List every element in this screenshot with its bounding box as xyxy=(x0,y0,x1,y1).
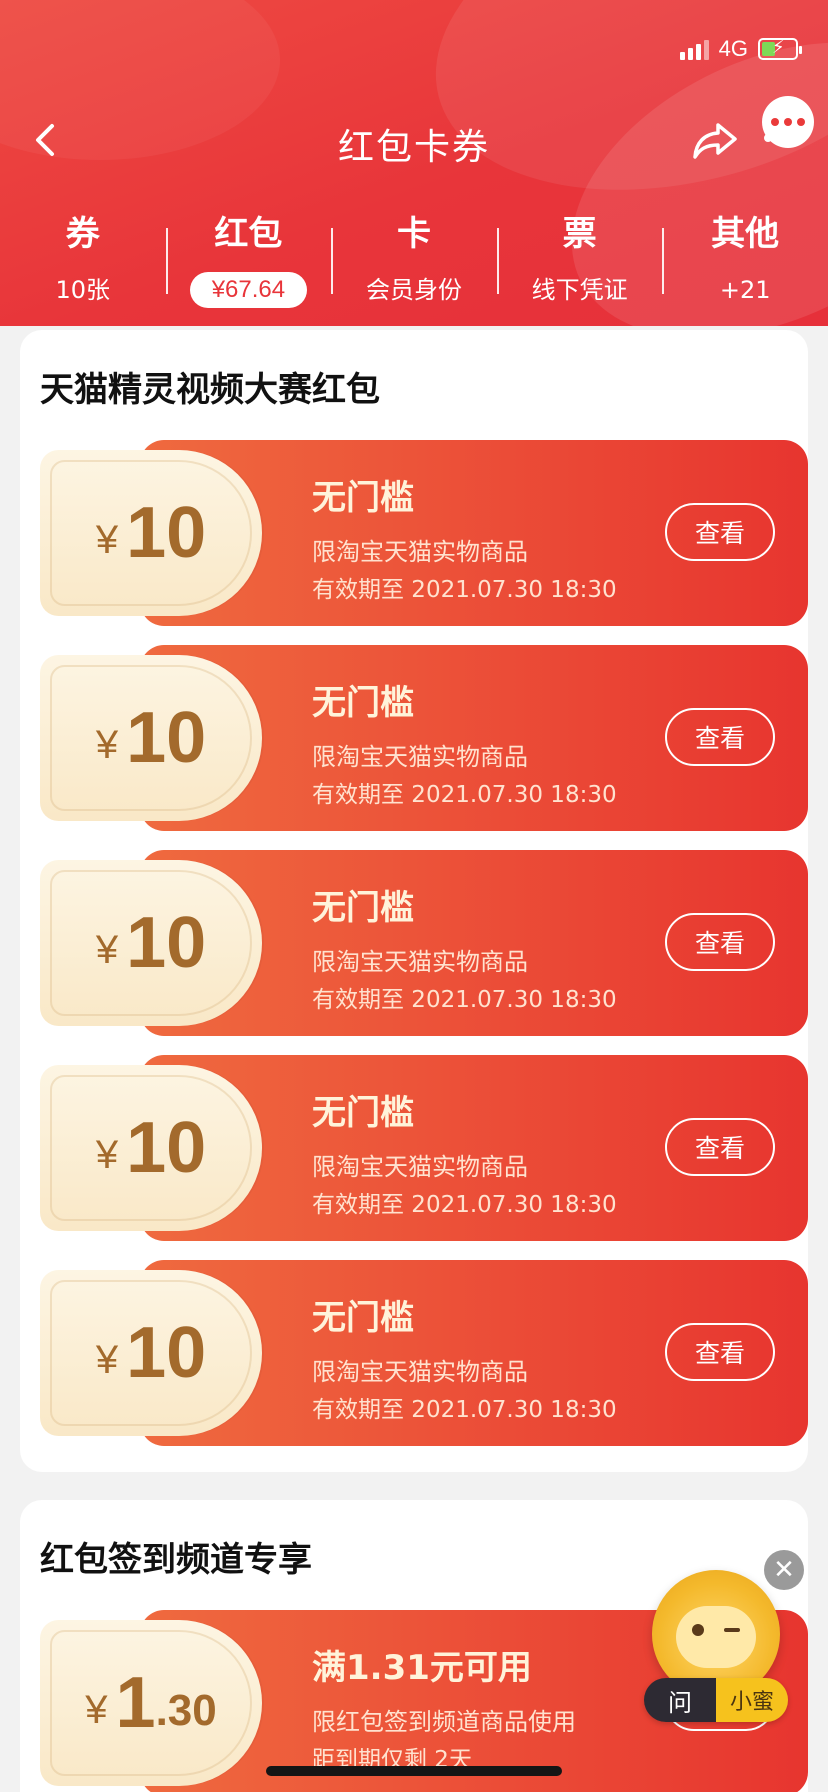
coupon-amount: ¥1.30 xyxy=(85,1663,217,1743)
section-title: 天猫精灵视频大赛红包 xyxy=(40,370,380,410)
tab-subtitle: 会员身份 xyxy=(365,276,462,304)
share-button[interactable] xyxy=(690,116,740,166)
coupon-card: ¥10 无门槛 限淘宝天猫实物商品 有效期至 2021.07.30 18:30 … xyxy=(40,1260,808,1446)
status-bar: 4G ⚡ xyxy=(679,34,802,64)
battery-charging-icon: ⚡ xyxy=(758,37,802,60)
share-icon xyxy=(693,123,737,159)
coupon-stub: ¥10 xyxy=(40,450,262,616)
tab-subtitle: 线下凭证 xyxy=(531,276,628,304)
coupon-stub: ¥10 xyxy=(40,860,262,1026)
coupon-card: ¥10 无门槛 限淘宝天猫实物商品 有效期至 2021.07.30 18:30 … xyxy=(40,850,808,1036)
tab-others[interactable]: 其他 +21 xyxy=(662,206,828,316)
coupon-stub: ¥10 xyxy=(40,655,262,821)
tab-label: 票 xyxy=(562,214,597,254)
coupon-card: ¥10 无门槛 限淘宝天猫实物商品 有效期至 2021.07.30 18:30 … xyxy=(40,645,808,831)
coupon-scope: 限淘宝天猫实物商品 xyxy=(312,1153,528,1181)
coupon-stub: ¥1.30 xyxy=(40,1620,262,1786)
coupon-name: 无门槛 xyxy=(312,1298,414,1338)
section-title: 红包签到频道专享 xyxy=(40,1540,312,1580)
coupon-amount: ¥10 xyxy=(95,1313,207,1393)
coupon-name: 无门槛 xyxy=(312,1093,414,1133)
coupon-validity: 有效期至 2021.07.30 18:30 xyxy=(312,1192,617,1218)
tab-label: 券 xyxy=(65,214,100,254)
category-tabs: 券 10张 红包 ¥67.64 卡 会员身份 票 线下凭证 其他 +21 xyxy=(0,206,828,316)
assistant-name: 小蜜 xyxy=(716,1678,788,1722)
tab-label: 红包 xyxy=(214,214,283,254)
coupon-amount: ¥10 xyxy=(95,1108,207,1188)
view-button[interactable]: 查看 xyxy=(665,503,775,561)
coupon-scope: 限淘宝天猫实物商品 xyxy=(312,743,528,771)
coupon-scope: 限淘宝天猫实物商品 xyxy=(312,1358,528,1386)
tab-label: 卡 xyxy=(396,214,431,254)
coupon-scope: 限红包签到频道商品使用 xyxy=(312,1708,576,1736)
tab-amount-badge: ¥67.64 xyxy=(189,272,308,308)
header: 4G ⚡ 红包卡券 券 10张 红包 ¥67.64 卡 会员身份 票 线下凭证 … xyxy=(0,0,828,326)
coupon-validity: 有效期至 2021.07.30 18:30 xyxy=(312,577,617,603)
coupon-amount: ¥10 xyxy=(95,903,207,983)
home-indicator[interactable] xyxy=(266,1766,562,1776)
coupon-section: 天猫精灵视频大赛红包 ¥10 无门槛 限淘宝天猫实物商品 有效期至 2021.0… xyxy=(20,330,808,1472)
nav-bar: 红包卡券 xyxy=(0,100,828,180)
coupon-scope: 限淘宝天猫实物商品 xyxy=(312,538,528,566)
signal-icon xyxy=(679,38,709,60)
assistant-button[interactable]: 问 小蜜 xyxy=(644,1678,788,1722)
coupon-card: ¥10 无门槛 限淘宝天猫实物商品 有效期至 2021.07.30 18:30 … xyxy=(40,1055,808,1241)
tab-count: 10张 xyxy=(55,276,111,304)
coupon-name: 无门槛 xyxy=(312,478,414,518)
view-button[interactable]: 查看 xyxy=(665,1323,775,1381)
coupon-amount: ¥10 xyxy=(95,698,207,778)
coupon-stub: ¥10 xyxy=(40,1270,262,1436)
coupon-amount: ¥10 xyxy=(95,493,207,573)
coupon-validity: 有效期至 2021.07.30 18:30 xyxy=(312,782,617,808)
tab-red-packets[interactable]: 红包 ¥67.64 xyxy=(165,206,332,316)
coupon-name: 满1.31元可用 xyxy=(312,1648,532,1688)
coupon-validity: 有效期至 2021.07.30 18:30 xyxy=(312,1397,617,1423)
coupon-stub: ¥10 xyxy=(40,1065,262,1231)
coupon-scope: 限淘宝天猫实物商品 xyxy=(312,948,528,976)
network-type: 4G xyxy=(718,36,748,61)
coupon-validity: 有效期至 2021.07.30 18:30 xyxy=(312,987,617,1013)
ask-label: 问 xyxy=(644,1678,716,1722)
more-icon xyxy=(764,134,804,142)
view-button[interactable]: 查看 xyxy=(665,1118,775,1176)
tab-tickets[interactable]: 票 线下凭证 xyxy=(496,206,663,316)
tab-subtitle: +21 xyxy=(719,276,771,304)
view-button[interactable]: 查看 xyxy=(665,708,775,766)
coupon-name: 无门槛 xyxy=(312,683,414,723)
coupon-name: 无门槛 xyxy=(312,888,414,928)
tab-coupons[interactable]: 券 10张 xyxy=(0,206,166,316)
view-button[interactable]: 查看 xyxy=(665,913,775,971)
coupon-card: ¥10 无门槛 限淘宝天猫实物商品 有效期至 2021.07.30 18:30 … xyxy=(40,440,808,626)
tab-cards[interactable]: 卡 会员身份 xyxy=(331,206,497,316)
tab-label: 其他 xyxy=(711,214,780,254)
close-assistant-button[interactable]: ✕ xyxy=(764,1550,804,1590)
